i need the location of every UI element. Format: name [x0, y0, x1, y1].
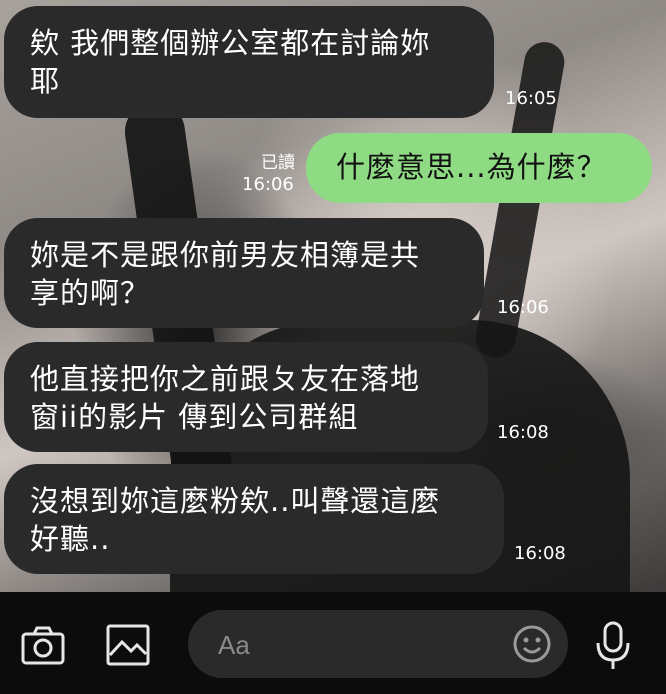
message-time: 16:06 — [497, 297, 549, 318]
message-line: 欸 我們整個辦公室都在討論妳 — [30, 26, 431, 60]
message-time: 16:05 — [505, 88, 557, 109]
image-icon[interactable] — [105, 622, 151, 672]
message-line: 耶 — [30, 64, 61, 98]
message-input-container — [188, 610, 568, 678]
message-bubble-outgoing[interactable]: 什麼意思...為什麼？ — [306, 133, 652, 203]
message-line: 好聽.. — [30, 522, 111, 556]
message-line: 什麼意思...為什麼？ — [336, 150, 607, 184]
message-line: 窗ii的影片 傳到公司群組 — [30, 400, 359, 434]
message-line: 妳是不是跟你前男友相簿是共 — [30, 238, 421, 272]
message-input[interactable] — [216, 624, 500, 666]
read-receipt: 已讀 — [261, 153, 295, 173]
message-line: 享的啊？ — [30, 276, 151, 310]
message-line: 沒想到妳這麼粉欸..叫聲還這麼 — [30, 484, 441, 518]
message-bubble-incoming[interactable]: 沒想到妳這麼粉欸..叫聲還這麼 好聽.. — [4, 464, 504, 574]
message-bubble-incoming[interactable]: 妳是不是跟你前男友相簿是共 享的啊？ — [4, 218, 484, 328]
message-time: 16:06 — [242, 174, 294, 195]
camera-icon[interactable] — [20, 622, 66, 672]
message-bubble-incoming[interactable]: 欸 我們整個辦公室都在討論妳 耶 — [4, 6, 494, 118]
message-line: 他直接把你之前跟ㄆ友在落地 — [30, 362, 421, 396]
message-time: 16:08 — [497, 422, 549, 443]
message-time: 16:08 — [514, 543, 566, 564]
emoji-icon[interactable] — [512, 624, 552, 668]
microphone-icon[interactable] — [593, 620, 633, 676]
message-bubble-incoming[interactable]: 他直接把你之前跟ㄆ友在落地 窗ii的影片 傳到公司群組 — [4, 342, 488, 452]
